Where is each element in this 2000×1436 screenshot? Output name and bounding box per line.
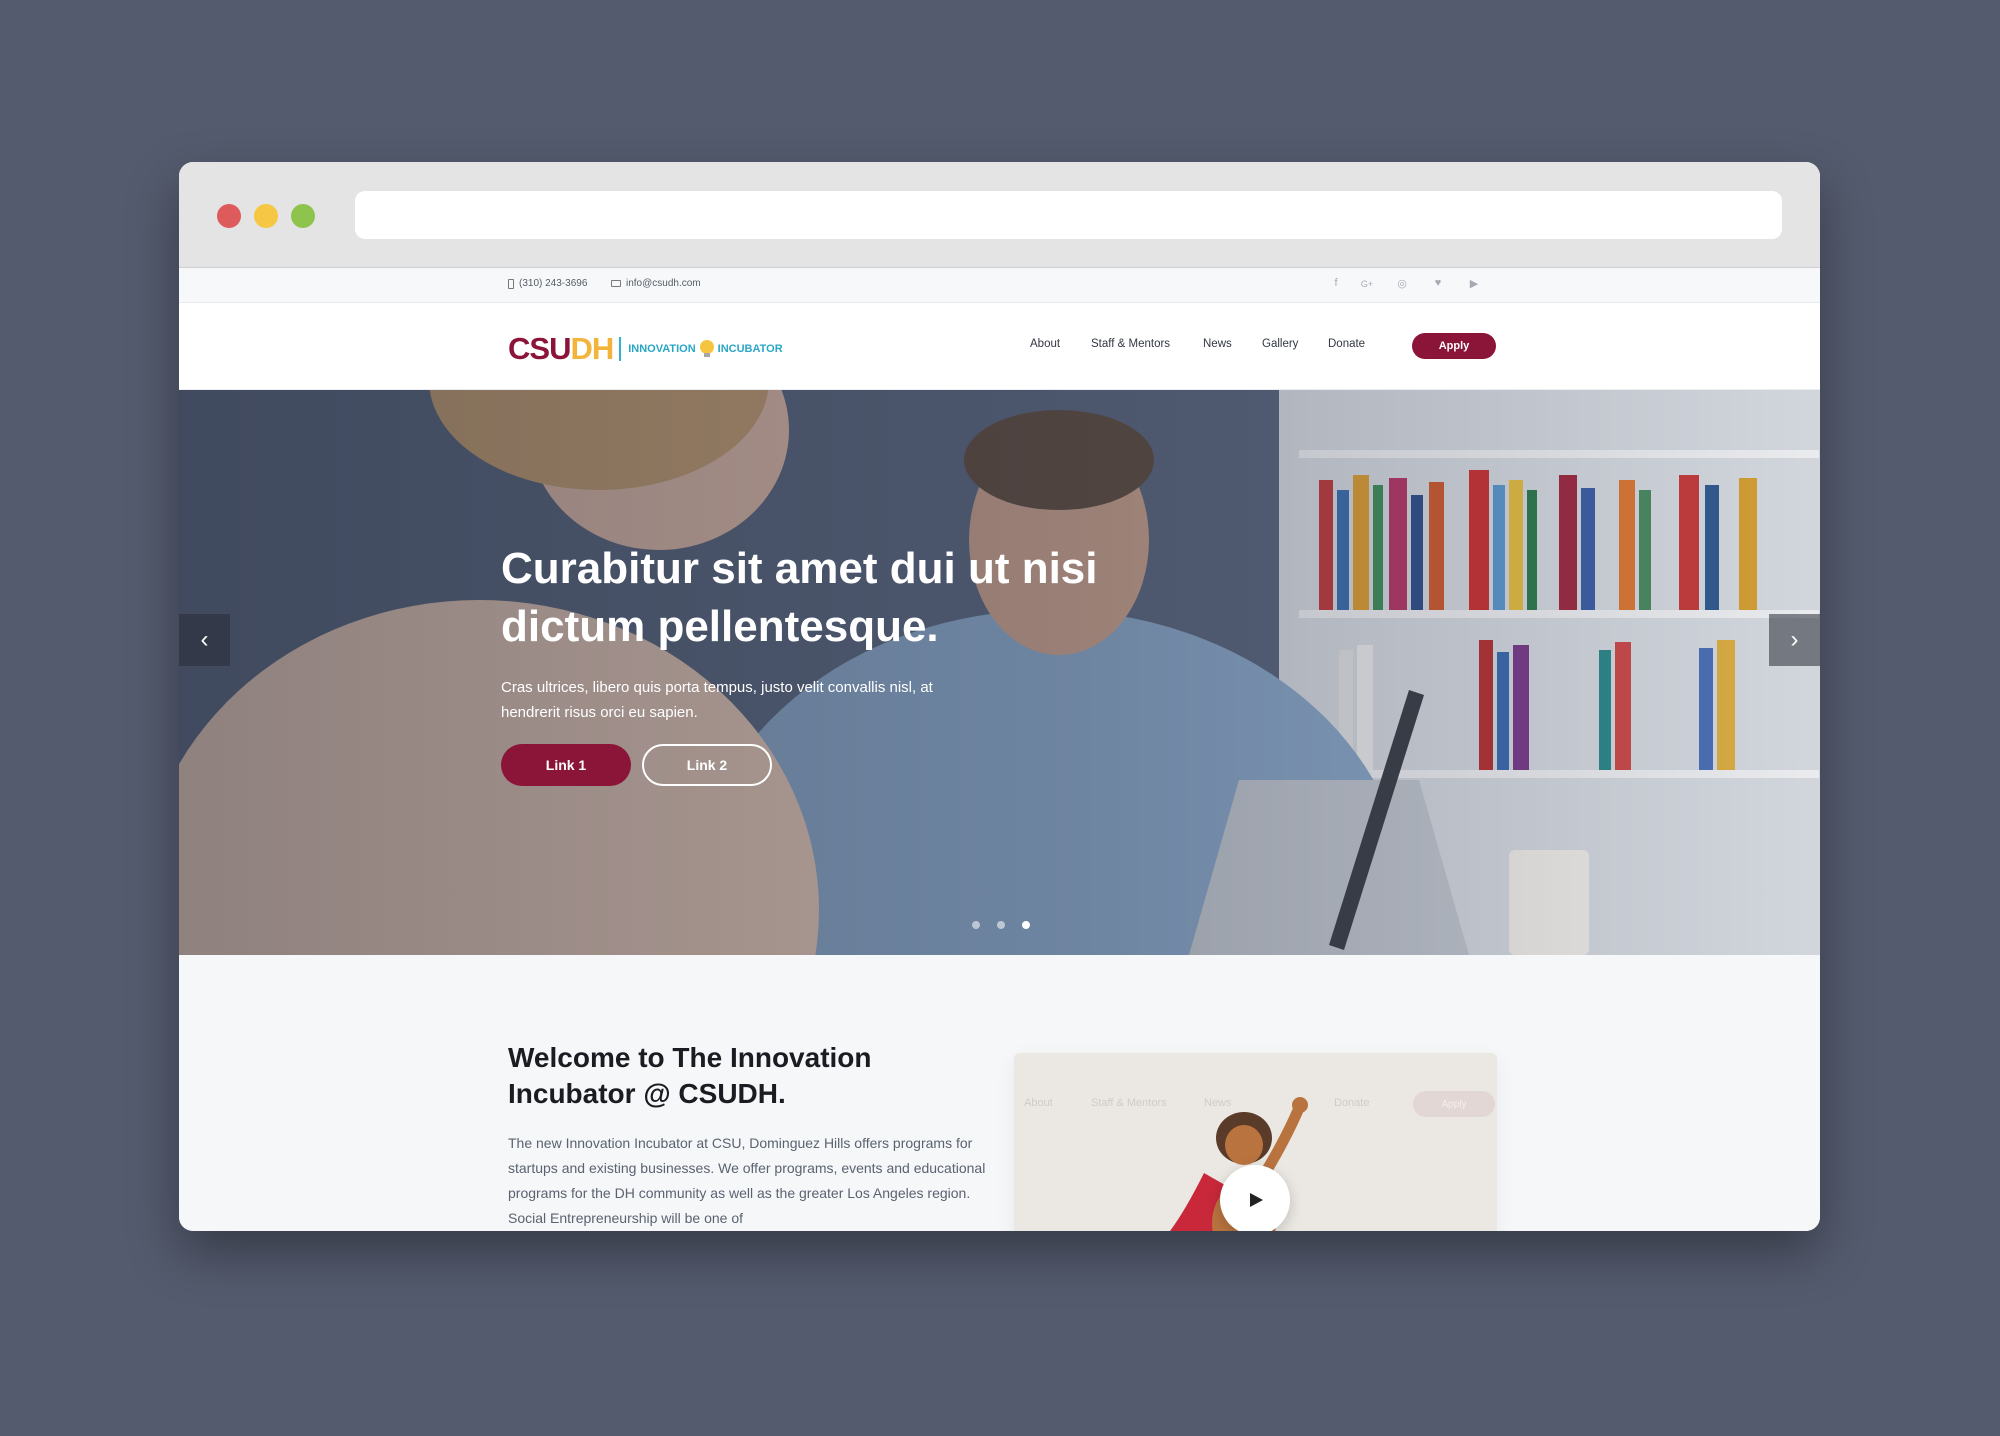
video-thumbnail[interactable]: About Staff & Mentors News Donate Apply: [1014, 1053, 1497, 1231]
thumbnail-nav-staff: Staff & Mentors: [1091, 1097, 1167, 1109]
hero-link-2-button[interactable]: Link 2: [642, 744, 772, 786]
email-address: info@csudh.com: [626, 278, 701, 289]
site-logo[interactable]: CSU DH INNOVATION INCUBATOR: [508, 333, 783, 364]
nav-donate[interactable]: Donate: [1328, 338, 1365, 350]
chevron-right-icon: ›: [1790, 626, 1799, 653]
phone-contact[interactable]: (310) 243-3696: [508, 278, 587, 289]
google-plus-icon[interactable]: G+: [1360, 279, 1374, 289]
mail-icon: [611, 280, 621, 287]
youtube-icon[interactable]: ▶: [1467, 277, 1481, 290]
browser-chrome: [179, 162, 1820, 268]
phone-number: (310) 243-3696: [519, 278, 588, 289]
email-contact[interactable]: info@csudh.com: [611, 278, 701, 289]
twitter-icon[interactable]: ♥: [1431, 277, 1445, 289]
logo-csu: CSU: [508, 331, 571, 366]
lightbulb-icon: [699, 339, 714, 358]
logo-tagline: INNOVATION INCUBATOR: [628, 339, 783, 358]
hero-subtitle: Cras ultrices, libero quis porta tempus,…: [501, 679, 933, 721]
slider-next-arrow[interactable]: ›: [1769, 614, 1820, 666]
play-icon[interactable]: [1220, 1165, 1290, 1231]
nav-news[interactable]: News: [1203, 338, 1232, 350]
welcome-title: Welcome to The Innovation Incubator @ CS…: [508, 1042, 872, 1109]
hero-overlay: [179, 390, 1820, 955]
maximize-window-button[interactable]: [291, 204, 315, 228]
logo-innovation: INNOVATION: [628, 342, 696, 355]
logo-dh: DH: [570, 331, 614, 366]
hero-slider: Curabitur sit amet dui ut nisi dictum pe…: [179, 390, 1820, 955]
hero-title: Curabitur sit amet dui ut nisi dictum pe…: [501, 544, 1098, 651]
slider-dot-3-active[interactable]: [1022, 921, 1030, 929]
address-bar[interactable]: [355, 191, 1782, 239]
facebook-icon[interactable]: f: [1329, 277, 1343, 289]
apply-button[interactable]: Apply: [1412, 333, 1496, 359]
welcome-body: The new Innovation Incubator at CSU, Dom…: [508, 1135, 986, 1226]
slider-prev-arrow[interactable]: ‹: [179, 614, 230, 666]
phone-icon: [508, 278, 514, 289]
nav-staff-mentors[interactable]: Staff & Mentors: [1091, 338, 1170, 350]
welcome-section: Welcome to The Innovation Incubator @ CS…: [179, 955, 1820, 1231]
close-window-button[interactable]: [217, 204, 241, 228]
site-header: CSU DH INNOVATION INCUBATOR About Staff …: [179, 303, 1820, 390]
logo-divider: [619, 336, 622, 361]
browser-window: (310) 243-3696 info@csudh.com f G+ ◎ ♥ ▶…: [179, 162, 1820, 1231]
hero-link-1-button[interactable]: Link 1: [501, 744, 631, 786]
slider-dot-1[interactable]: [972, 921, 980, 929]
chevron-left-icon: ‹: [200, 626, 209, 653]
instagram-icon[interactable]: ◎: [1395, 277, 1409, 290]
slider-dot-2[interactable]: [997, 921, 1005, 929]
logo-incubator: INCUBATOR: [717, 342, 783, 355]
thumbnail-apply: Apply: [1413, 1091, 1495, 1117]
minimize-window-button[interactable]: [254, 204, 278, 228]
top-info-bar: (310) 243-3696 info@csudh.com f G+ ◎ ♥ ▶: [179, 268, 1820, 303]
thumbnail-nav-about: About: [1024, 1097, 1053, 1109]
nav-gallery[interactable]: Gallery: [1262, 338, 1298, 350]
nav-about[interactable]: About: [1030, 338, 1060, 350]
